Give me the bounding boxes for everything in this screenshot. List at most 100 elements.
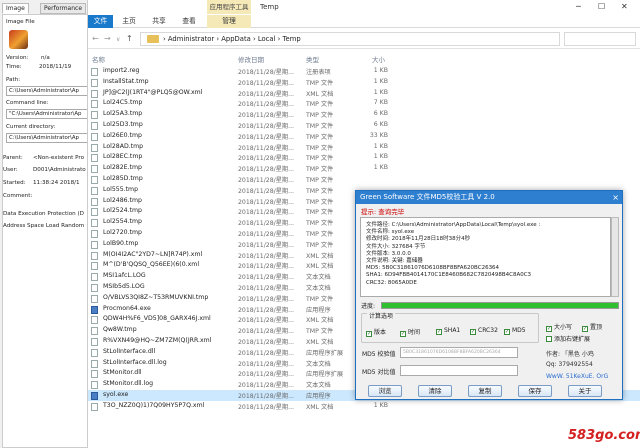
file-date: 2018/11/28/星期... xyxy=(238,403,295,411)
output-line: 文件大小: 327684 字节 xyxy=(366,243,426,250)
search-input[interactable] xyxy=(564,32,636,46)
back-arrow-icon[interactable]: ← xyxy=(92,34,99,43)
breadcrumb-temp[interactable]: Temp xyxy=(283,35,301,43)
current-directory-label: Current directory: xyxy=(6,124,56,130)
file-row[interactable]: JP]@C2(J(1RT4"@PLQ5@OW.xml 2018/11/28/星期.… xyxy=(88,88,640,99)
option-checkbox[interactable]: ✓ 时间 xyxy=(400,327,420,337)
file-name: syol.exe xyxy=(103,390,129,398)
output-line: 文件版本: 3.0.0.0 xyxy=(366,250,411,257)
col-date[interactable]: 修改日期 xyxy=(238,54,264,64)
recent-chevron-icon[interactable]: ∨ xyxy=(116,36,120,43)
file-size: 1 KB xyxy=(373,401,388,409)
file-row[interactable]: Lol25D3.tmp 2018/11/28/星期... TMP 文件 6 KB xyxy=(88,120,640,131)
file-date: 2018/11/28/星期... xyxy=(238,392,295,400)
compare-value-label: MD5 对比值 xyxy=(362,369,396,376)
breadcrumb-appdata[interactable]: AppData xyxy=(221,35,251,43)
breadcrumb-sep-2: › xyxy=(250,35,258,43)
file-type: TMP 文件 xyxy=(306,220,334,228)
side-option-checkbox[interactable]: ✓ 置顶 xyxy=(582,322,602,332)
up-arrow-icon[interactable]: ↑ xyxy=(126,34,133,43)
col-name[interactable]: 名称 xyxy=(92,54,105,64)
file-date: 2018/11/28/星期... xyxy=(238,284,295,292)
output-scrollbar[interactable] xyxy=(611,217,619,297)
file-name: Lol28EC.tmp xyxy=(103,153,143,161)
file-size: 1 KB xyxy=(373,153,388,161)
tab-home[interactable]: 主页 xyxy=(118,15,140,28)
save-button[interactable]: 保存 xyxy=(518,385,552,397)
breadcrumb-local[interactable]: Local xyxy=(258,35,276,43)
app-icon xyxy=(9,30,28,49)
side-option-checkbox[interactable]: ✓ 大小写 xyxy=(546,322,572,332)
file-type: 应用程序扩展 xyxy=(306,371,344,379)
file-icon xyxy=(91,348,98,357)
file-row[interactable]: Lol285D.tmp 2018/11/28/星期... TMP 文件 xyxy=(88,174,640,185)
file-row[interactable]: Lol26E0.tmp 2018/11/28/星期... TMP 文件 33 KB xyxy=(88,131,640,142)
file-icon xyxy=(91,359,98,368)
file-row[interactable]: InstallStat.tmp 2018/11/28/星期... TMP 文件 1 K… xyxy=(88,77,640,88)
file-row[interactable]: Lol25A3.tmp 2018/11/28/星期... TMP 文件 6 KB xyxy=(88,109,640,120)
application-icon xyxy=(91,391,98,400)
option-checkbox[interactable]: ✓ CRC32 xyxy=(470,327,498,335)
option-label: 大小写 xyxy=(554,324,573,331)
option-label: 时间 xyxy=(408,329,421,336)
file-row[interactable]: import2.reg 2018/11/28/星期... 注册表项 1 KB xyxy=(88,66,640,77)
maximize-icon[interactable]: ☐ xyxy=(598,2,605,11)
file-date: 2018/11/28/星期... xyxy=(238,274,295,282)
side-option-checkbox[interactable]: 添加右键扩展 xyxy=(546,334,590,343)
watermark: 583go.com xyxy=(568,428,640,443)
command-line-field[interactable]: "C:\Users\Administrator\Ap xyxy=(6,109,87,119)
file-type: TMP 文件 xyxy=(306,176,334,184)
website-link[interactable]: WwW. 51KeXuE. OrG xyxy=(546,373,608,380)
file-row[interactable]: Lol28EC.tmp 2018/11/28/星期... TMP 文件 1 KB xyxy=(88,152,640,163)
file-name: Lol2720.tmp xyxy=(103,228,142,236)
compare-value-field[interactable] xyxy=(400,365,518,376)
file-row[interactable]: Lol24C5.tmp 2018/11/28/星期... TMP 文件 7 KB xyxy=(88,98,640,109)
clear-button[interactable]: 清除 xyxy=(418,385,452,397)
option-checkbox[interactable]: ✓ SHA1 xyxy=(436,327,460,335)
file-icon xyxy=(91,175,98,184)
file-icon xyxy=(91,251,98,260)
tab-view[interactable]: 查看 xyxy=(178,15,200,28)
copy-button[interactable]: 复制 xyxy=(468,385,502,397)
app-tools-context-tab[interactable]: 应用程序工具 xyxy=(207,0,251,14)
file-name: MSI1afcL.LOG xyxy=(103,272,146,280)
forward-arrow-icon[interactable]: → xyxy=(104,34,111,43)
file-name: M(OI4I2AC"2YD7~LN]R74P).xml xyxy=(103,250,203,258)
file-date: 2018/11/28/星期... xyxy=(238,112,295,120)
current-directory-field[interactable]: C:\Users\Administrator\Ap xyxy=(6,133,87,143)
browse-button[interactable]: 浏览 xyxy=(368,385,402,397)
minimize-icon[interactable]: ─ xyxy=(576,2,581,11)
col-type[interactable]: 类型 xyxy=(306,54,319,64)
file-name: Lol28AD.tmp xyxy=(103,142,144,150)
file-icon xyxy=(91,337,98,346)
tab-share[interactable]: 共享 xyxy=(148,15,170,28)
file-row[interactable]: T3O_NZZ0Q)1)7Q09HY5P7Q.xml 2018/11/28/星期.… xyxy=(88,401,640,412)
about-button[interactable]: 关于 xyxy=(568,385,602,397)
option-checkbox[interactable]: ✓ 版本 xyxy=(366,327,386,337)
file-date: 2018/11/28/星期... xyxy=(238,220,295,228)
file-name: Lol26E0.tmp xyxy=(103,131,142,139)
md5-close-icon[interactable]: × xyxy=(612,191,619,204)
file-date: 2018/11/28/星期... xyxy=(238,317,295,325)
parent-value: <Non-existent Pro xyxy=(33,155,85,161)
col-size[interactable]: 大小 xyxy=(372,54,385,64)
file-type: TMP 文件 xyxy=(306,101,334,109)
md5-value-label: MD5 校验值 xyxy=(362,351,396,358)
file-size: 7 KB xyxy=(373,99,388,107)
md5-value-field[interactable]: 5B0C31861076D6108BF8BFA620BC26364 xyxy=(400,347,518,358)
close-icon[interactable]: ✕ xyxy=(621,2,628,11)
file-row[interactable]: Lol282E.tmp 2018/11/28/星期... TMP 文件 1 KB xyxy=(88,163,640,174)
result-output[interactable]: 文件路径: C:\Users\Administrator\AppData\Loc… xyxy=(360,217,611,297)
image-panel: Image File Version: n/a Time: 2018/11/19… xyxy=(2,14,87,448)
tab-manage[interactable]: 管理 xyxy=(207,15,251,28)
tab-image[interactable]: Image xyxy=(2,3,29,14)
file-date: 2018/11/28/星期... xyxy=(238,133,295,141)
tab-file[interactable]: 文件 xyxy=(88,15,113,28)
address-field[interactable]: › Administrator › AppData › Local › Temp xyxy=(140,32,560,46)
file-row[interactable]: Lol28AD.tmp 2018/11/28/星期... TMP 文件 1 KB xyxy=(88,142,640,153)
option-checkbox[interactable]: ✓ MD5 xyxy=(504,327,526,335)
tab-performance[interactable]: Performance xyxy=(40,3,87,14)
file-icon xyxy=(91,89,98,98)
path-field[interactable]: C:\Users\Administrator\Ap xyxy=(6,86,87,96)
breadcrumb-administrator[interactable]: Administrator xyxy=(168,35,214,43)
